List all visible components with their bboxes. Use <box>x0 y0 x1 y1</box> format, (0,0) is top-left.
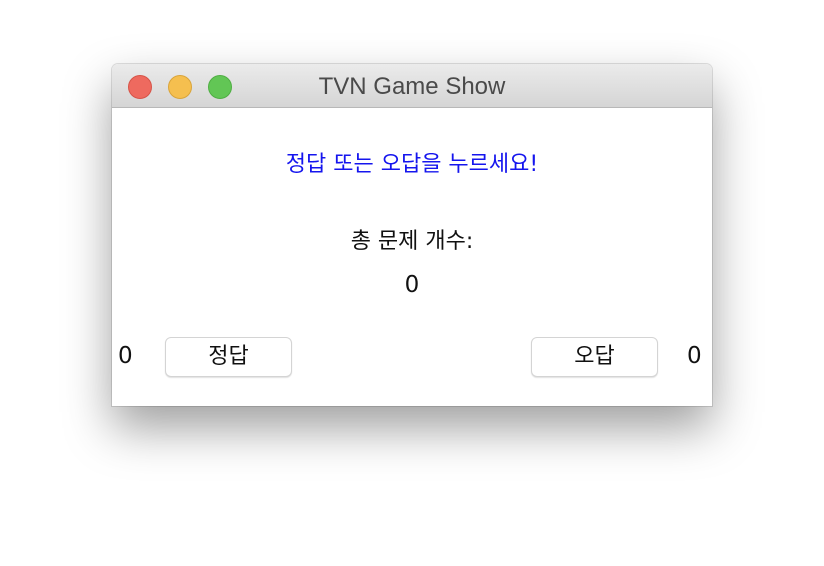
total-questions-value: 0 <box>404 272 420 298</box>
wrong-count: 0 <box>687 343 702 369</box>
correct-count: 0 <box>118 343 133 369</box>
title-bar[interactable]: TVN Game Show <box>112 64 712 108</box>
wrong-answer-button[interactable]: 오답 <box>531 337 658 377</box>
instruction-label: 정답 또는 오답을 누르세요! <box>285 152 539 177</box>
correct-answer-button[interactable]: 정답 <box>165 337 292 377</box>
window-title: TVN Game Show <box>318 73 506 100</box>
app-window: TVN Game Show 정답 또는 오답을 누르세요! 총 문제 개수: 0… <box>112 64 712 406</box>
total-questions-label: 총 문제 개수: <box>350 229 474 254</box>
main-content: 정답 또는 오답을 누르세요! 총 문제 개수: 0 0 정답 오답 0 <box>112 108 712 406</box>
